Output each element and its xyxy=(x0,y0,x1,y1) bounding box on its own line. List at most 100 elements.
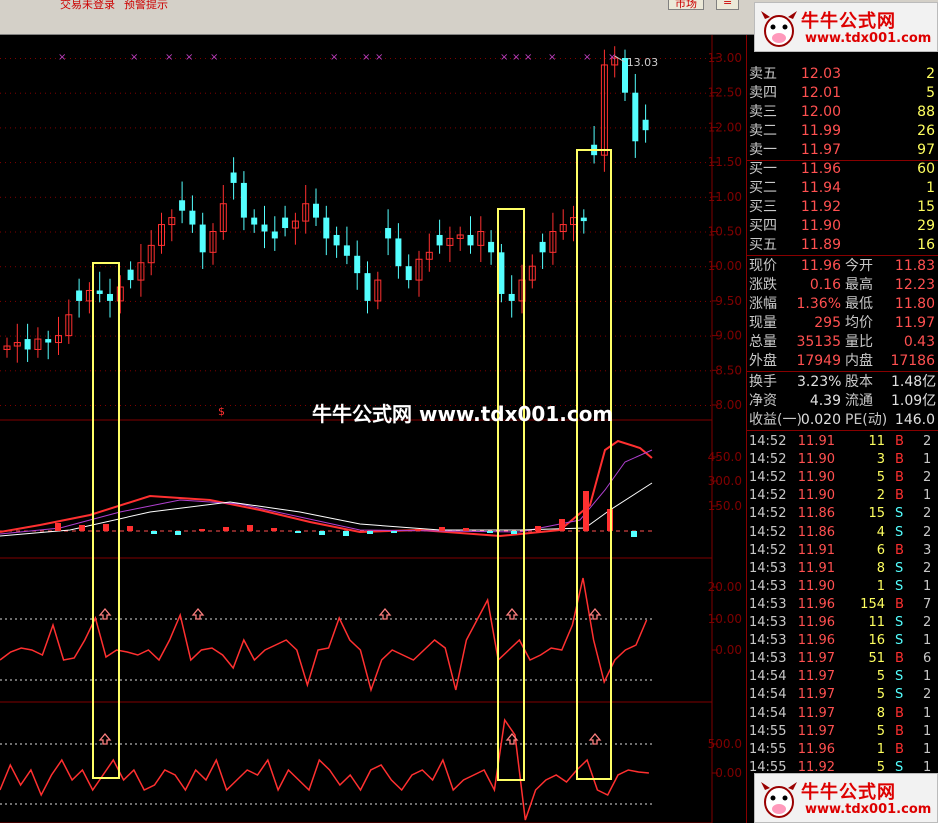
grid-dot xyxy=(10,335,11,337)
grid-dot xyxy=(530,335,531,337)
grid-dot xyxy=(120,370,121,372)
quote-label-2: 均价 xyxy=(845,315,873,331)
grid-dot xyxy=(180,231,181,233)
grid-dot xyxy=(95,231,96,233)
grid-dot xyxy=(295,266,296,268)
grid-dot xyxy=(140,335,141,337)
grid-dot xyxy=(305,335,306,337)
grid-dot xyxy=(310,196,311,198)
indicator-1-panel xyxy=(0,577,648,693)
grid-dot xyxy=(360,162,361,164)
quote-label-1: 涨幅 xyxy=(749,296,777,312)
candle-body xyxy=(498,252,505,294)
grid-dot xyxy=(200,370,201,372)
candle-body xyxy=(580,217,587,222)
grid-dot xyxy=(705,58,706,59)
grid-dot xyxy=(160,162,161,164)
grid-dot xyxy=(160,370,161,372)
grid-dot xyxy=(20,370,21,372)
grid-dot xyxy=(705,127,706,129)
grid-dot xyxy=(275,405,276,406)
grid-dot xyxy=(330,196,331,198)
grid-dot xyxy=(375,335,376,337)
grid-dot xyxy=(95,92,96,94)
grid-dot xyxy=(665,58,666,59)
grid-dot xyxy=(185,127,186,129)
top-x-marker: × xyxy=(548,52,556,63)
grid-dot xyxy=(340,92,341,94)
grid-dot xyxy=(175,231,176,233)
tick-row: 14:55 11.97 5 B 1 xyxy=(747,722,938,740)
grid-dot xyxy=(595,231,596,233)
grid-dot xyxy=(175,405,176,406)
grid-dot xyxy=(365,196,366,198)
grid-dot xyxy=(310,335,311,337)
grid-dot xyxy=(390,92,391,94)
grid-dot xyxy=(685,196,686,198)
menu-button[interactable]: ≡ xyxy=(716,0,740,10)
grid-dot xyxy=(620,300,621,302)
grid-dot xyxy=(195,335,196,337)
grid-dot xyxy=(200,162,201,164)
grid-dot xyxy=(595,335,596,337)
tick-volume: 3 xyxy=(876,452,885,468)
grid-dot xyxy=(625,300,626,302)
grid-dot xyxy=(250,335,251,337)
grid-dot xyxy=(210,127,211,129)
grid-dot xyxy=(505,196,506,198)
grid-dot xyxy=(585,92,586,94)
grid-dot xyxy=(495,370,496,372)
grid-dot xyxy=(335,370,336,372)
grid-dot xyxy=(175,300,176,302)
grid-dot xyxy=(150,370,151,372)
macd-bar xyxy=(415,529,421,531)
grid-dot xyxy=(130,92,131,94)
grid-dot xyxy=(0,300,1,302)
grid-dot xyxy=(370,196,371,198)
grid-dot xyxy=(320,162,321,164)
grid-dot xyxy=(260,196,261,198)
grid-dot xyxy=(35,92,36,94)
grid-dot xyxy=(295,405,296,406)
grid-dot xyxy=(25,300,26,302)
grid-dot xyxy=(100,92,101,94)
grid-dot xyxy=(140,370,141,372)
grid-dot xyxy=(275,266,276,268)
grid-dot xyxy=(595,58,596,59)
grid-dot xyxy=(365,162,366,164)
grid-dot xyxy=(295,162,296,164)
orderbook-label: 卖四 xyxy=(749,85,777,101)
grid-dot xyxy=(555,196,556,198)
market-button[interactable]: 市场 xyxy=(668,0,704,10)
trade-status-menu[interactable]: 交易未登录 xyxy=(60,0,115,11)
candle-body xyxy=(261,224,268,232)
grid-dot xyxy=(695,266,696,268)
grid-dot xyxy=(670,266,671,268)
grid-dot xyxy=(430,196,431,198)
grid-dot xyxy=(290,335,291,337)
fund-value-1: 4.39 xyxy=(809,393,841,409)
kline-chart[interactable]: 13.03× × × × × × × × × × × × × ×$ 13.0012.5012.0011.5… xyxy=(0,35,746,823)
grid-dot xyxy=(665,196,666,198)
grid-dot xyxy=(410,162,411,164)
grid-dot xyxy=(585,266,586,268)
grid-dot xyxy=(695,196,696,198)
grid-dot xyxy=(430,300,431,302)
grid-dot xyxy=(265,231,266,233)
grid-dot xyxy=(180,300,181,302)
grid-dot xyxy=(520,92,521,94)
grid-dot xyxy=(345,162,346,164)
grid-dot xyxy=(675,58,676,59)
grid-dot xyxy=(455,266,456,268)
grid-dot xyxy=(240,405,241,406)
grid-dot xyxy=(515,300,516,302)
grid-dot xyxy=(235,266,236,268)
alert-menu[interactable]: 预警提示 xyxy=(124,0,168,11)
grid-dot xyxy=(620,335,621,337)
grid-dot xyxy=(105,127,106,129)
grid-dot xyxy=(575,335,576,337)
grid-dot xyxy=(40,162,41,164)
cow-icon xyxy=(761,11,797,47)
grid-dot xyxy=(175,335,176,337)
grid-dot xyxy=(450,335,451,337)
